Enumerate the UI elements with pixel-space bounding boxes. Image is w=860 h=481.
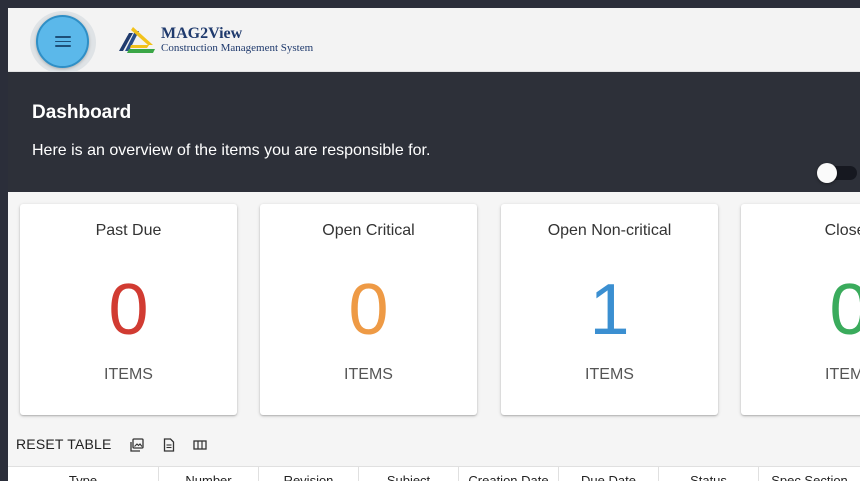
card-unit: ITEMS — [104, 366, 153, 383]
columns-icon[interactable] — [193, 438, 207, 452]
card-count: 0 — [108, 270, 149, 350]
column-header-creation-date[interactable]: Creation Date — [459, 467, 559, 481]
card-past-due[interactable]: Past Due 0 ITEMS — [20, 204, 237, 415]
card-count: 1 — [589, 270, 630, 350]
card-unit: ITEMS — [825, 366, 860, 383]
column-header-revision[interactable]: Revision — [259, 467, 359, 481]
column-header-spec-section[interactable]: Spec Section — [759, 467, 860, 481]
card-title: Closed — [824, 222, 860, 239]
card-title: Open Critical — [322, 222, 415, 239]
column-header-due-date[interactable]: Due Date — [559, 467, 659, 481]
app-subtitle: Construction Management System — [161, 42, 314, 54]
column-header-subject[interactable]: Subject — [359, 467, 459, 481]
logo-mark-icon — [119, 27, 155, 53]
top-bar: MAG2View Construction Management System — [8, 8, 860, 74]
page-description: Here is an overview of the items you are… — [32, 142, 431, 159]
theme-toggle-switch[interactable] — [817, 163, 857, 183]
menu-button[interactable] — [36, 15, 89, 68]
image-export-icon[interactable] — [130, 438, 144, 452]
table-header: Type Number Revision Subject Creation Da… — [8, 466, 860, 481]
card-title: Past Due — [95, 222, 162, 239]
card-title: Open Non-critical — [547, 222, 672, 239]
card-count: 0 — [348, 270, 389, 350]
card-count: 0 — [829, 270, 860, 350]
app-name: MAG2View — [161, 25, 243, 42]
card-closed[interactable]: Closed 0 ITEMS — [741, 204, 860, 415]
card-unit: ITEMS — [585, 366, 634, 383]
reset-table-button[interactable]: RESET TABLE — [16, 436, 112, 452]
page-title: Dashboard — [32, 102, 132, 123]
document-export-icon[interactable] — [162, 438, 176, 452]
dashboard-banner: Dashboard Here is an overview of the ite… — [8, 72, 860, 192]
card-open-critical[interactable]: Open Critical 0 ITEMS — [260, 204, 477, 415]
app-window: MAG2View Construction Management System … — [8, 8, 860, 481]
card-open-non-critical[interactable]: Open Non-critical 1 ITEMS — [501, 204, 718, 415]
column-header-status[interactable]: Status — [659, 467, 759, 481]
card-unit: ITEMS — [344, 366, 393, 383]
toggle-knob — [817, 163, 837, 183]
hamburger-menu-icon — [55, 36, 71, 47]
column-header-type[interactable]: Type — [8, 467, 159, 481]
column-header-number[interactable]: Number — [159, 467, 259, 481]
